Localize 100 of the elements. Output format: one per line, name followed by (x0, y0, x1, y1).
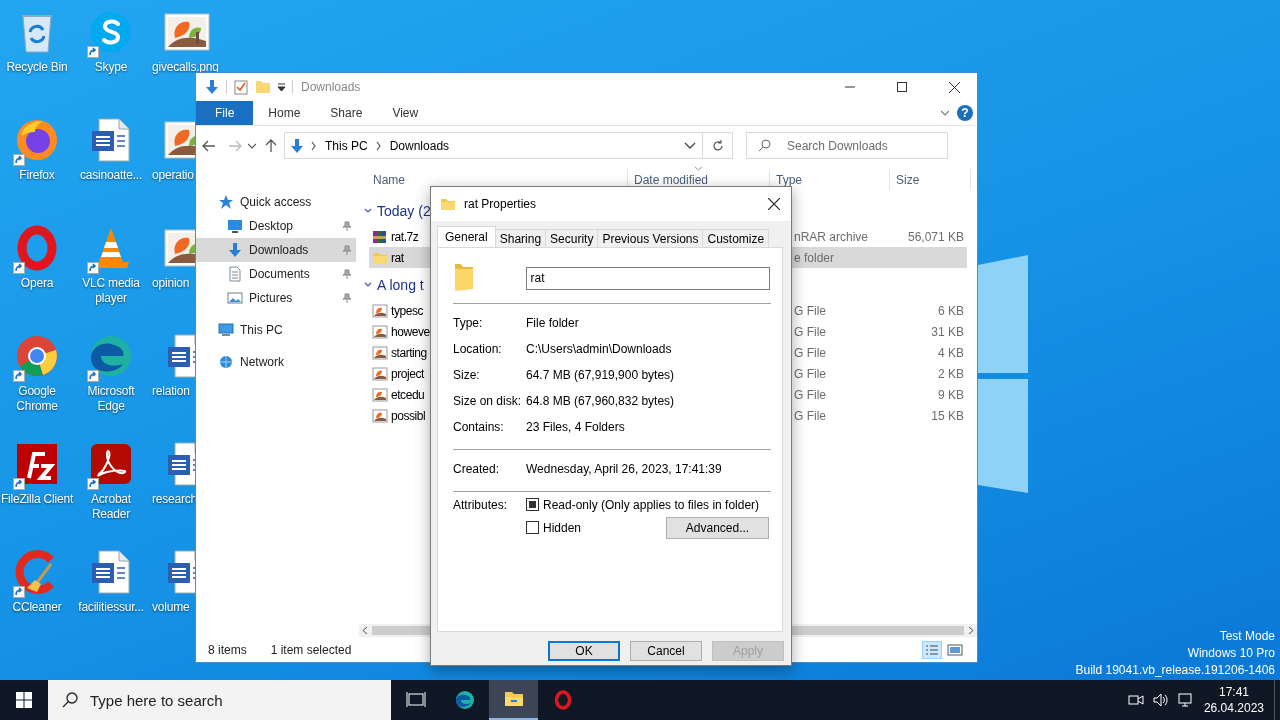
ribbon-tab[interactable]: Share (315, 101, 378, 125)
field-label: Contains: (453, 420, 505, 434)
file-size: 4 KB (938, 345, 964, 360)
system-info-text: Build 19041.vb_release.191206-1406 (1075, 662, 1275, 679)
help-button[interactable]: ? (957, 105, 973, 121)
up-arrow-icon (265, 138, 277, 153)
tab[interactable]: Sharing (494, 229, 547, 247)
computer-icon (218, 322, 234, 338)
folder-icon (453, 261, 475, 292)
refresh-button[interactable] (703, 132, 733, 159)
windows-logo-icon (16, 692, 32, 708)
taskbar-app-button[interactable] (489, 680, 538, 720)
dialog-title: rat Properties (464, 197, 537, 211)
nav-item[interactable]: Quick access (196, 190, 356, 214)
image-file-icon (372, 302, 388, 319)
expand-ribbon-icon (941, 108, 949, 118)
search-icon (62, 692, 78, 708)
field-label: Attributes: (453, 498, 509, 514)
breadcrumb-item[interactable]: This PC (323, 138, 370, 153)
checkbox[interactable] (526, 521, 539, 534)
nav-item[interactable]: This PC (196, 318, 356, 342)
dialog-button[interactable]: OK (548, 641, 620, 661)
details-view-icon[interactable] (922, 640, 942, 659)
file-size: 9 KB (938, 387, 964, 402)
ribbon-tab[interactable]: View (377, 101, 434, 125)
field-label: Created: (453, 462, 501, 476)
task-view-icon (405, 690, 426, 710)
clock[interactable]: 17:41 26.04.2023 (1199, 680, 1274, 720)
dropdown-icon[interactable] (684, 141, 696, 150)
field-value: 64.8 MB (67,960,832 bytes) (526, 394, 676, 408)
checkbox-label[interactable]: Hidden (543, 520, 582, 535)
checkbox-label[interactable]: Read-only (Only applies to files in folder) (543, 497, 760, 512)
nav-item[interactable]: Network (196, 350, 356, 374)
group-header[interactable]: Today (2 (377, 203, 431, 219)
camera-icon[interactable] (1127, 692, 1144, 708)
archive-icon (372, 228, 388, 245)
column-header[interactable]: Size (896, 172, 920, 187)
field-value: File folder (526, 316, 580, 330)
ring-logo-icon (552, 690, 573, 710)
close-icon (768, 198, 780, 210)
network-icon[interactable] (1177, 692, 1194, 708)
chevron-icon (374, 140, 383, 151)
star-icon (218, 194, 234, 210)
file-name: rat (391, 250, 404, 265)
file-size: 31 KB (931, 324, 964, 339)
file-type: G File (794, 408, 826, 423)
folder-icon (440, 196, 456, 212)
nav-item[interactable]: Documents (196, 262, 356, 286)
selection-count: 1 item selected (270, 642, 352, 657)
search-field[interactable]: Search Downloads (746, 132, 948, 159)
breadcrumb-item[interactable]: Downloads (387, 138, 452, 153)
refresh-icon (711, 139, 724, 152)
window-title: Downloads (301, 80, 361, 94)
back-arrow-icon (202, 139, 216, 152)
file-type: G File (794, 324, 826, 339)
column-header[interactable]: Type (776, 172, 802, 187)
address-bar[interactable]: This PC Downloads (284, 132, 703, 159)
shortcut-arrow-icon (13, 478, 25, 490)
name-field[interactable]: rat (525, 266, 770, 290)
image-file-icon (372, 386, 388, 403)
close-icon (948, 81, 960, 93)
ribbon-tab[interactable]: Home (253, 101, 316, 125)
field-value: 23 Files, 4 Folders (526, 420, 626, 434)
dropdown-icon[interactable] (277, 82, 286, 92)
nav-item[interactable]: Downloads (196, 238, 356, 262)
file-type: G File (794, 345, 826, 360)
tab[interactable]: Security (545, 229, 599, 247)
checkbox[interactable] (526, 498, 539, 511)
properties-icon[interactable] (233, 79, 249, 95)
file-type: G File (794, 387, 826, 402)
shortcut-arrow-icon (87, 262, 99, 274)
file-name: rat.7z (391, 229, 419, 244)
maximize-icon (897, 82, 907, 92)
tab[interactable]: General (437, 226, 496, 247)
nav-item[interactable]: Pictures (196, 286, 356, 310)
advanced-button[interactable]: Advanced... (666, 516, 769, 539)
field-value: Wednesday, April 26, 2023, 17:41:39 (526, 462, 723, 476)
nav-item[interactable]: Desktop (196, 214, 356, 238)
file-size: 2 KB (938, 366, 964, 381)
column-header[interactable]: Date modified (634, 172, 709, 187)
taskbar-search-field[interactable]: Type here to search (48, 680, 391, 720)
download-icon (227, 242, 243, 258)
folder-icon (503, 689, 524, 709)
file-name: typesc (391, 303, 423, 318)
group-header[interactable]: A long t (377, 277, 424, 293)
search-icon (758, 139, 771, 152)
field-value: C:\Users\admin\Downloads (526, 342, 673, 356)
download-arrow-icon[interactable] (204, 79, 220, 95)
desktop-icon (227, 218, 243, 234)
item-count: 8 items (208, 642, 247, 657)
volume-icon[interactable] (1152, 692, 1169, 708)
tab[interactable]: Customize (702, 229, 770, 247)
column-header[interactable]: Name (373, 172, 405, 187)
wave-logo-icon (454, 690, 475, 710)
shortcut-arrow-icon (13, 370, 25, 382)
dialog-button[interactable]: Cancel (630, 641, 702, 661)
file-type: nRAR archive (794, 229, 869, 244)
system-info-text: Test Mode (1219, 628, 1275, 645)
file-type: e folder (794, 250, 835, 265)
shortcut-arrow-icon (13, 586, 25, 598)
